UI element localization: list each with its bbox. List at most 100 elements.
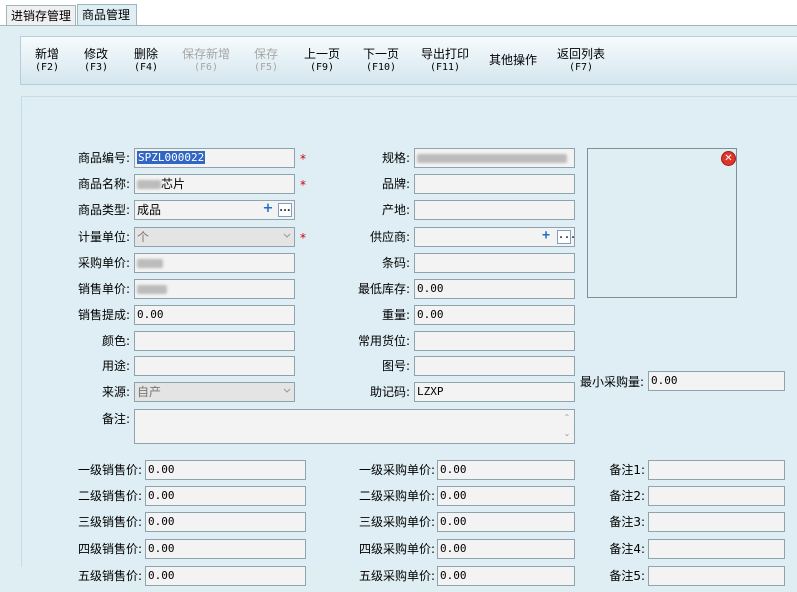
note-1-field[interactable]	[648, 460, 785, 480]
chevron-down-icon	[283, 388, 291, 393]
level-4-buy-field[interactable]: 0.00	[437, 539, 575, 559]
next-page-button[interactable]: 下一页 (F10)	[361, 48, 401, 74]
drawing-number-label: 图号:	[381, 359, 410, 373]
required-marker: *	[300, 231, 306, 245]
level-2-sale-field[interactable]: 0.00	[145, 486, 306, 506]
back-to-list-button[interactable]: 返回列表 (F7)	[555, 48, 607, 74]
source-label: 来源:	[101, 385, 130, 399]
min-stock-field[interactable]: 0.00	[414, 279, 575, 299]
other-actions-button[interactable]: 其他操作	[487, 54, 539, 67]
save-new-button[interactable]: 保存新增 (F6)	[181, 48, 231, 74]
ellipsis-icon[interactable]: ...	[557, 230, 574, 244]
level-3-sale-field[interactable]: 0.00	[145, 512, 306, 532]
brand-label: 品牌:	[381, 177, 410, 191]
level-3-buy-field[interactable]: 0.00	[437, 512, 575, 532]
note-3-field[interactable]	[648, 512, 785, 532]
chevron-down-icon	[283, 233, 291, 238]
toolbar: 新增 (F2) 修改 (F3) 删除 (F4) 保存新增 (F6) 保存 (F5) 上一页…	[20, 36, 797, 85]
product-type-label: 商品类型:	[77, 203, 130, 217]
unit-select[interactable]: 个	[134, 227, 295, 247]
barcode-label: 条码:	[381, 256, 410, 270]
level-3-sale-label: 三级销售价:	[77, 515, 142, 529]
level-1-sale-label: 一级销售价:	[77, 463, 142, 477]
previous-page-button[interactable]: 上一页 (F9)	[302, 48, 342, 74]
level-4-buy-label: 四级采购单价:	[358, 542, 435, 556]
note-5-field[interactable]	[648, 566, 785, 586]
product-code-label: 商品编号:	[77, 151, 130, 165]
delete-icon[interactable]: ✕	[721, 151, 736, 166]
scrollbar[interactable]: ⌃ ⌄	[560, 410, 574, 443]
level-5-sale-label: 五级销售价:	[77, 569, 142, 583]
edit-button[interactable]: 修改 (F3)	[83, 48, 109, 74]
product-name-field[interactable]: 芯片	[134, 174, 295, 194]
min-purchase-label: 最小采购量:	[579, 375, 644, 389]
product-image-box[interactable]: ✕	[587, 148, 737, 298]
mnemonic-label: 助记码:	[369, 385, 410, 399]
color-field[interactable]	[134, 331, 295, 351]
min-purchase-field[interactable]: 0.00	[648, 371, 785, 391]
blurred-text	[137, 284, 167, 294]
remark-textarea[interactable]: ⌃ ⌄	[134, 409, 575, 444]
tab-product-management[interactable]: 商品管理	[77, 4, 137, 26]
product-code-field[interactable]: SPZL000022	[134, 148, 295, 168]
origin-field[interactable]	[414, 200, 575, 220]
barcode-field[interactable]	[414, 253, 575, 273]
sale-price-field[interactable]	[134, 279, 295, 299]
mnemonic-field[interactable]: LZXP	[414, 382, 575, 402]
usage-label: 用途:	[101, 359, 130, 373]
commission-field[interactable]: 0.00	[134, 305, 295, 325]
remark-label: 备注:	[101, 412, 130, 426]
plus-icon[interactable]: +	[539, 229, 553, 244]
level-1-sale-field[interactable]: 0.00	[145, 460, 306, 480]
new-button[interactable]: 新增 (F2)	[34, 48, 60, 74]
origin-label: 产地:	[381, 203, 410, 217]
level-2-buy-field[interactable]: 0.00	[437, 486, 575, 506]
usage-field[interactable]	[134, 356, 295, 376]
tab-inventory-management[interactable]: 进销存管理	[6, 5, 76, 25]
weight-field[interactable]: 0.00	[414, 305, 575, 325]
level-3-buy-label: 三级采购单价:	[358, 515, 435, 529]
commission-label: 销售提成:	[77, 308, 130, 322]
note-2-field[interactable]	[648, 486, 785, 506]
purchase-price-label: 采购单价:	[77, 256, 130, 270]
level-5-buy-field[interactable]: 0.00	[437, 566, 575, 586]
supplier-label: 供应商:	[369, 230, 410, 244]
ellipsis-icon[interactable]: ...	[278, 203, 292, 217]
tab-strip: 进销存管理 商品管理	[0, 0, 797, 27]
blurred-text	[137, 180, 161, 189]
location-field[interactable]	[414, 331, 575, 351]
min-stock-label: 最低库存:	[357, 282, 410, 296]
purchase-price-field[interactable]	[134, 253, 295, 273]
level-4-sale-label: 四级销售价:	[77, 542, 142, 556]
location-label: 常用货位:	[357, 334, 410, 348]
supplier-field[interactable]: + ...	[414, 227, 575, 247]
level-5-sale-field[interactable]: 0.00	[145, 566, 306, 586]
export-print-button[interactable]: 导出打印 (F11)	[419, 48, 471, 74]
level-2-buy-label: 二级采购单价:	[358, 489, 435, 503]
note-4-label: 备注4:	[609, 542, 645, 556]
spec-field[interactable]	[414, 148, 575, 168]
color-label: 颜色:	[101, 334, 130, 348]
level-1-buy-label: 一级采购单价:	[358, 463, 435, 477]
brand-field[interactable]	[414, 174, 575, 194]
note-2-label: 备注2:	[609, 489, 645, 503]
drawing-number-field[interactable]	[414, 356, 575, 376]
plus-icon[interactable]: +	[261, 202, 275, 217]
product-type-field[interactable]: 成品 + ...	[134, 200, 295, 220]
level-1-buy-field[interactable]: 0.00	[437, 460, 575, 480]
product-name-label: 商品名称:	[77, 177, 130, 191]
blurred-text	[417, 153, 567, 163]
weight-label: 重量:	[381, 308, 410, 322]
required-marker: *	[300, 178, 306, 192]
source-select[interactable]: 自产	[134, 382, 295, 402]
delete-button[interactable]: 删除 (F4)	[133, 48, 159, 74]
note-5-label: 备注5:	[609, 569, 645, 583]
level-4-sale-field[interactable]: 0.00	[145, 539, 306, 559]
save-button[interactable]: 保存 (F5)	[253, 48, 279, 74]
note-3-label: 备注3:	[609, 515, 645, 529]
required-marker: *	[300, 152, 306, 166]
blurred-text	[137, 258, 163, 268]
spec-label: 规格:	[381, 151, 410, 165]
unit-label: 计量单位:	[77, 230, 130, 244]
note-4-field[interactable]	[648, 539, 785, 559]
